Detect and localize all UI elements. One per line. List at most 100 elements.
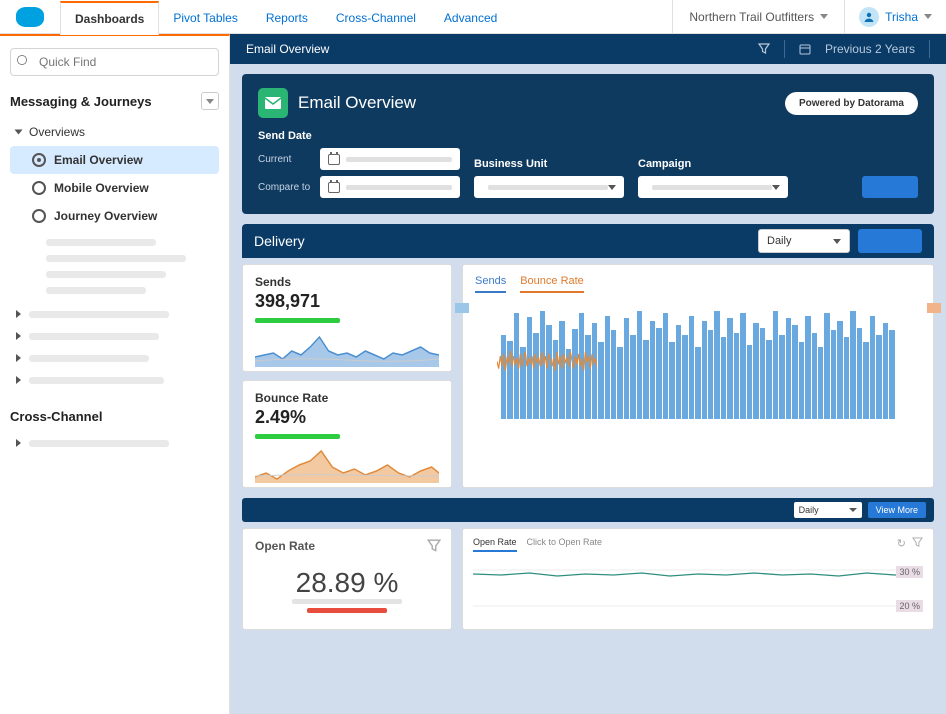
tab-reports[interactable]: Reports: [252, 0, 322, 34]
campaign-select[interactable]: [638, 176, 788, 198]
skeleton-item: [46, 287, 146, 294]
calendar-icon: [328, 154, 340, 165]
user-name: Trisha: [885, 10, 918, 24]
bar: [598, 342, 603, 419]
circle-icon: [32, 209, 46, 223]
chevron-down-icon: [772, 185, 780, 190]
bar: [546, 325, 551, 419]
delivery-action-button[interactable]: [858, 229, 922, 253]
date-range-label[interactable]: Previous 2 Years: [825, 42, 915, 56]
bar: [643, 340, 648, 419]
bar: [630, 335, 635, 419]
open-rate-value: 28.89 %: [255, 567, 439, 599]
bar: [617, 347, 622, 419]
bar: [799, 342, 804, 419]
filter-sublabel-current: Current: [258, 154, 312, 165]
bar: [857, 328, 862, 419]
open-rate-label: Open Rate: [255, 539, 439, 553]
apply-button[interactable]: [862, 176, 918, 198]
trend-bar: [307, 608, 387, 613]
sidebar: Messaging & Journeys Overviews Email Ove…: [0, 34, 230, 714]
bar: [676, 325, 681, 419]
salesforce-logo: [16, 7, 44, 27]
chevron-down-icon: [608, 185, 616, 190]
bar: [572, 329, 577, 419]
chart-tab-bounce[interactable]: Bounce Rate: [520, 275, 584, 293]
chart-tab-sends[interactable]: Sends: [475, 275, 506, 293]
progress-bar: [255, 318, 340, 323]
bar: [689, 316, 694, 419]
sidebar-item-mobile-overview[interactable]: Mobile Overview: [10, 174, 219, 202]
tab-cross-channel[interactable]: Cross-Channel: [322, 0, 430, 34]
bar: [656, 328, 661, 419]
chevron-down-icon: [849, 508, 857, 512]
bar: [579, 313, 584, 419]
bar: [824, 313, 829, 419]
search-input[interactable]: [10, 48, 219, 76]
chevron-right-icon: [16, 310, 21, 318]
open-rate-card: Open Rate 28.89 %: [242, 528, 452, 630]
trend-tab-open-rate[interactable]: Open Rate: [473, 537, 517, 552]
tab-dashboards[interactable]: Dashboards: [60, 1, 159, 35]
refresh-icon[interactable]: ↻: [897, 537, 906, 550]
bar: [805, 316, 810, 419]
bar: [507, 341, 512, 419]
section-toggle-button[interactable]: [201, 92, 219, 110]
bar: [844, 337, 849, 419]
date-compare-input[interactable]: [320, 176, 460, 198]
bar: [883, 323, 888, 419]
bar: [773, 311, 778, 419]
bar: [766, 340, 771, 419]
avatar: [859, 7, 879, 27]
sidebar-item-collapsed[interactable]: [10, 432, 219, 454]
tab-advanced[interactable]: Advanced: [430, 0, 511, 34]
org-switcher[interactable]: Northern Trail Outfitters: [672, 0, 844, 33]
sidebar-item-collapsed[interactable]: [10, 303, 219, 325]
chevron-down-icon: [833, 239, 841, 244]
calendar-icon: [328, 182, 340, 193]
chevron-right-icon: [16, 332, 21, 340]
user-menu[interactable]: Trisha: [844, 0, 946, 33]
sidebar-item-email-overview[interactable]: Email Overview: [10, 146, 219, 174]
sidebar-item-journey-overview[interactable]: Journey Overview: [10, 202, 219, 230]
page-title: Email Overview: [298, 93, 416, 113]
bar: [721, 337, 726, 419]
view-more-button[interactable]: View More: [868, 502, 926, 518]
legend-swatch-bounce: [927, 303, 941, 313]
open-rate-line-chart: 30 % 20 %: [473, 558, 923, 614]
bar: [812, 333, 817, 419]
trend-tab-click-to-open[interactable]: Click to Open Rate: [527, 537, 603, 552]
chevron-down-icon: [15, 130, 23, 135]
sidebar-item-collapsed[interactable]: [10, 325, 219, 347]
sidebar-item-overviews[interactable]: Overviews: [10, 118, 219, 146]
date-current-input[interactable]: [320, 148, 460, 170]
bar: [669, 342, 674, 419]
open-granularity-select[interactable]: Daily: [794, 502, 862, 518]
bar: [889, 330, 894, 419]
sidebar-item-collapsed[interactable]: [10, 347, 219, 369]
sidebar-section-messaging: Messaging & Journeys: [10, 94, 152, 109]
legend-swatch-sends: [455, 303, 469, 313]
chevron-right-icon: [16, 354, 21, 362]
bar: [714, 311, 719, 419]
delivery-granularity-select[interactable]: Daily: [758, 229, 850, 253]
bar: [566, 349, 571, 419]
bounce-card: Bounce Rate 2.49%: [242, 380, 452, 488]
filter-icon[interactable]: [427, 539, 441, 553]
business-unit-select[interactable]: [474, 176, 624, 198]
circle-icon: [32, 181, 46, 195]
filter-icon[interactable]: [758, 43, 770, 55]
filter-label-business-unit: Business Unit: [474, 158, 624, 170]
bounce-sparkline: [255, 443, 439, 483]
chevron-down-icon: [820, 14, 828, 19]
org-name: Northern Trail Outfitters: [689, 10, 814, 24]
section-title-delivery: Delivery: [254, 233, 305, 249]
bar: [760, 328, 765, 419]
filter-label-campaign: Campaign: [638, 158, 788, 170]
y-axis-label-20: 20 %: [896, 600, 923, 612]
tab-pivot-tables[interactable]: Pivot Tables: [159, 0, 251, 34]
bar: [870, 316, 875, 419]
chevron-down-icon: [206, 99, 214, 104]
filter-icon[interactable]: [912, 537, 923, 548]
sidebar-item-collapsed[interactable]: [10, 369, 219, 391]
